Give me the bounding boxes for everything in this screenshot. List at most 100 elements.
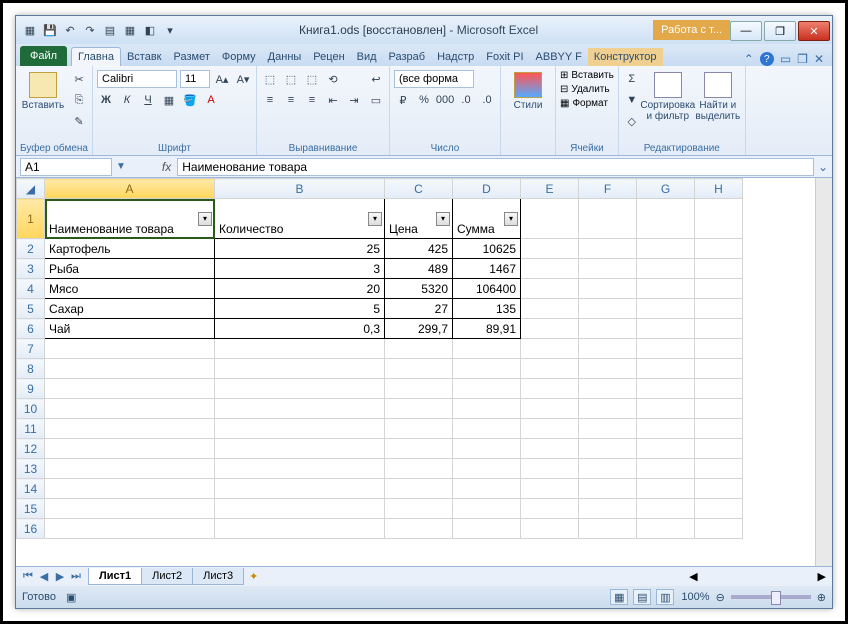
sheet-nav-next-icon[interactable]: ▶ — [52, 570, 68, 583]
cell-E2[interactable] — [521, 239, 579, 259]
cell-C3[interactable]: 489 — [385, 259, 453, 279]
cell-C6[interactable]: 299,7 — [385, 319, 453, 339]
row-header-1[interactable]: 1 — [17, 199, 45, 239]
sheet-tab-Лист2[interactable]: Лист2 — [141, 568, 193, 585]
clear-icon[interactable]: ◇ — [623, 112, 641, 130]
cell-F6[interactable] — [579, 319, 637, 339]
cell-E15[interactable] — [521, 499, 579, 519]
cell-A2[interactable]: Картофель — [45, 239, 215, 259]
qat-icon[interactable]: ◧ — [142, 22, 158, 38]
cell-H12[interactable] — [695, 439, 743, 459]
cell-B16[interactable] — [215, 519, 385, 539]
maximize-button[interactable]: ❐ — [764, 21, 796, 41]
cell-A5[interactable]: Сахар — [45, 299, 215, 319]
number-format-combo[interactable]: (все форма — [394, 70, 474, 88]
cell-C11[interactable] — [385, 419, 453, 439]
filter-icon[interactable]: ▾ — [198, 212, 212, 226]
cell-D2[interactable]: 10625 — [453, 239, 521, 259]
zoom-out-icon[interactable]: ⊖ — [716, 591, 725, 604]
cell-C10[interactable] — [385, 399, 453, 419]
cell-G13[interactable] — [637, 459, 695, 479]
row-header-15[interactable]: 15 — [17, 499, 45, 519]
align-top-icon[interactable]: ⬚ — [261, 70, 279, 88]
cut-icon[interactable]: ✂ — [70, 70, 88, 88]
paste-button[interactable]: Вставить — [20, 68, 66, 111]
window-close-icon[interactable]: ✕ — [814, 52, 824, 66]
cell-G4[interactable] — [637, 279, 695, 299]
cell-H13[interactable] — [695, 459, 743, 479]
name-box[interactable]: A1 — [20, 158, 112, 176]
hscroll-left-icon[interactable]: ◀ — [689, 570, 697, 583]
cell-C15[interactable] — [385, 499, 453, 519]
col-header-E[interactable]: E — [521, 179, 579, 199]
cell-A15[interactable] — [45, 499, 215, 519]
styles-button[interactable]: Стили — [505, 68, 551, 111]
cell-A4[interactable]: Мясо — [45, 279, 215, 299]
row-header-11[interactable]: 11 — [17, 419, 45, 439]
fill-icon[interactable]: ▼ — [623, 91, 641, 109]
cell-A1[interactable]: Наименование товара▾ — [45, 199, 215, 239]
cell-B14[interactable] — [215, 479, 385, 499]
cell-F5[interactable] — [579, 299, 637, 319]
tab-рецен[interactable]: Рецен — [307, 48, 350, 66]
help-icon[interactable]: ? — [760, 52, 774, 66]
cell-F15[interactable] — [579, 499, 637, 519]
cell-G14[interactable] — [637, 479, 695, 499]
cell-D16[interactable] — [453, 519, 521, 539]
cell-D14[interactable] — [453, 479, 521, 499]
cell-H3[interactable] — [695, 259, 743, 279]
cell-B5[interactable]: 5 — [215, 299, 385, 319]
formula-expand-icon[interactable]: ⌄ — [814, 160, 832, 174]
tab-данны[interactable]: Данны — [262, 48, 308, 66]
cell-A13[interactable] — [45, 459, 215, 479]
align-middle-icon[interactable]: ⬚ — [282, 70, 300, 88]
cell-D4[interactable]: 106400 — [453, 279, 521, 299]
cell-H10[interactable] — [695, 399, 743, 419]
cell-B12[interactable] — [215, 439, 385, 459]
cell-A16[interactable] — [45, 519, 215, 539]
cell-A3[interactable]: Рыба — [45, 259, 215, 279]
col-header-G[interactable]: G — [637, 179, 695, 199]
cell-C13[interactable] — [385, 459, 453, 479]
close-button[interactable]: ✕ — [798, 21, 830, 41]
cell-B10[interactable] — [215, 399, 385, 419]
row-header-9[interactable]: 9 — [17, 379, 45, 399]
tab-context[interactable]: Конструктор — [588, 48, 663, 66]
row-header-12[interactable]: 12 — [17, 439, 45, 459]
cell-G15[interactable] — [637, 499, 695, 519]
bold-icon[interactable]: Ж — [97, 91, 115, 109]
filter-icon[interactable]: ▾ — [436, 212, 450, 226]
undo-icon[interactable]: ↶ — [62, 22, 78, 38]
zoom-in-icon[interactable]: ⊕ — [817, 591, 826, 604]
tab-размет[interactable]: Размет — [168, 48, 216, 66]
cell-B1[interactable]: Количество▾ — [215, 199, 385, 239]
cell-E14[interactable] — [521, 479, 579, 499]
format-painter-icon[interactable]: ✎ — [70, 112, 88, 130]
wrap-text-icon[interactable]: ↩ — [367, 70, 385, 88]
cell-C14[interactable] — [385, 479, 453, 499]
tab-foxit pi[interactable]: Foxit PI — [480, 48, 529, 66]
cell-G12[interactable] — [637, 439, 695, 459]
col-header-A[interactable]: A — [45, 179, 215, 199]
align-center-icon[interactable]: ≡ — [282, 91, 300, 109]
cell-E9[interactable] — [521, 379, 579, 399]
minimize-button[interactable]: — — [730, 21, 762, 41]
cell-B4[interactable]: 20 — [215, 279, 385, 299]
cell-F9[interactable] — [579, 379, 637, 399]
fx-icon[interactable]: fx — [156, 160, 177, 174]
cell-H2[interactable] — [695, 239, 743, 259]
cell-E5[interactable] — [521, 299, 579, 319]
cell-A9[interactable] — [45, 379, 215, 399]
cell-F1[interactable] — [579, 199, 637, 239]
row-header-14[interactable]: 14 — [17, 479, 45, 499]
cell-A11[interactable] — [45, 419, 215, 439]
row-header-4[interactable]: 4 — [17, 279, 45, 299]
font-size-combo[interactable]: 11 — [180, 70, 210, 88]
macro-record-icon[interactable]: ▣ — [66, 591, 76, 604]
cell-E11[interactable] — [521, 419, 579, 439]
cell-D6[interactable]: 89,91 — [453, 319, 521, 339]
row-header-2[interactable]: 2 — [17, 239, 45, 259]
hscroll-right-icon[interactable]: ▶ — [818, 570, 826, 583]
cell-G2[interactable] — [637, 239, 695, 259]
cell-B7[interactable] — [215, 339, 385, 359]
